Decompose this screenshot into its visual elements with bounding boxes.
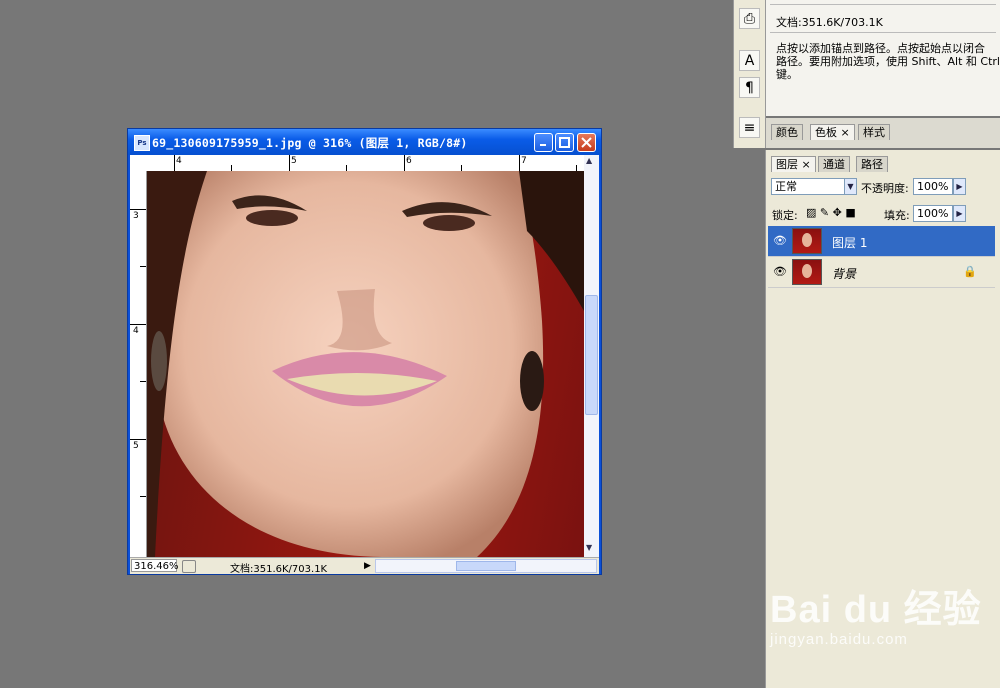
vertical-scrollbar[interactable]: ▲ ▼ [584, 155, 599, 557]
ruler-label: 4 [176, 156, 182, 166]
scroll-down-icon[interactable]: ▼ [586, 543, 592, 552]
character-panel-icon[interactable]: A [739, 50, 760, 71]
fill-slider-arrow-icon[interactable]: ▶ [953, 205, 966, 222]
chevron-down-icon[interactable]: ▼ [844, 178, 857, 195]
status-menu-arrow-icon[interactable]: ▶ [364, 561, 371, 571]
fill-label: 填充: [884, 209, 910, 222]
hint-line: 键。 [776, 68, 798, 81]
tab-color[interactable]: 颜色 [771, 124, 803, 140]
scroll-thumb[interactable] [585, 295, 598, 415]
horizontal-scrollbar[interactable] [375, 559, 597, 573]
baidu-watermark: Bai du 经验 jingyan.baidu.com [770, 578, 982, 648]
document-window: Ps 69_130609175959_1.jpg @ 316% (图层 1, R… [127, 128, 602, 575]
ruler-label: 7 [521, 156, 527, 166]
fill-field[interactable]: 100% [913, 205, 953, 222]
doc-info: 文档:351.6K/703.1K [230, 564, 328, 575]
opacity-slider-arrow-icon[interactable]: ▶ [953, 178, 966, 195]
lock-icons[interactable]: ▨ ✎ ✥ ■ [806, 206, 856, 219]
color-panel: 颜色 色板 × 样式 [765, 118, 1000, 148]
ruler-label: 3 [133, 211, 139, 221]
layer-name: 图层 1 [832, 236, 868, 250]
tab-layers[interactable]: 图层 × [771, 156, 816, 172]
eye-icon[interactable]: 👁 [773, 234, 787, 247]
lock-label: 锁定: [772, 209, 798, 222]
photoshop-doc-icon: Ps [134, 135, 150, 151]
title-bar[interactable]: Ps 69_130609175959_1.jpg @ 316% (图层 1, R… [128, 129, 601, 155]
layer-thumbnail [792, 228, 822, 254]
layer-row[interactable]: 👁 背景 🔒 [768, 257, 995, 288]
tab-paths[interactable]: 路径 [856, 156, 888, 172]
layer-row[interactable]: 👁 图层 1 [768, 226, 995, 257]
maximize-button[interactable] [555, 133, 574, 152]
opacity-field[interactable]: 100% [913, 178, 953, 195]
status-bar: 316.46% 文档:351.6K/703.1K ▶ [130, 557, 599, 575]
zoom-field[interactable]: 316.46% [131, 559, 179, 572]
panel-divider [770, 4, 996, 5]
image-canvas[interactable] [147, 171, 584, 557]
paragraph-panel-icon[interactable]: ¶ [739, 77, 760, 98]
layer-name: 背景 [832, 267, 857, 281]
tool-options-strip: ⎙ A ¶ ≡ [733, 0, 766, 148]
ruler-horizontal: 4 5 6 7 [130, 155, 599, 172]
watermark-url: jingyan.baidu.com [770, 631, 908, 648]
ruler-label: 6 [406, 156, 412, 166]
tab-styles[interactable]: 样式 [858, 124, 890, 140]
status-icon[interactable] [182, 560, 196, 573]
lock-icon: 🔒 [963, 265, 977, 278]
opacity-label: 不透明度: [861, 182, 909, 195]
hint-line: 路径。要用附加选项，使用 Shift、Alt 和 Ctrl [776, 55, 1000, 68]
close-button[interactable] [577, 133, 596, 152]
ruler-vertical: 3 4 5 [130, 171, 147, 557]
watermark-brand: Bai du 经验 [770, 589, 982, 631]
ruler-label: 5 [133, 441, 139, 451]
tab-channels[interactable]: 通道 [818, 156, 850, 172]
layer-thumbnail [792, 259, 822, 285]
eye-icon[interactable]: 👁 [773, 265, 787, 278]
minimize-button[interactable] [534, 133, 553, 152]
blend-mode-select[interactable]: 正常 [771, 178, 851, 195]
stamp-tool-icon[interactable]: ⎙ [739, 8, 760, 29]
tab-swatches[interactable]: 色板 × [810, 124, 855, 140]
layer-comps-icon[interactable]: ≡ [739, 117, 760, 138]
ruler-label: 4 [133, 326, 139, 336]
scroll-up-icon[interactable]: ▲ [586, 156, 592, 165]
doc-size-readout: 文档:351.6K/703.1K [776, 16, 883, 29]
panel-divider [770, 32, 996, 33]
scroll-thumb[interactable] [456, 561, 516, 571]
window-title: 69_130609175959_1.jpg @ 316% (图层 1, RGB/… [152, 136, 468, 150]
ruler-label: 5 [291, 156, 297, 166]
info-panel: 文档:351.6K/703.1K 点按以添加锚点到路径。点按起始点以闭合 路径。… [765, 0, 1000, 116]
